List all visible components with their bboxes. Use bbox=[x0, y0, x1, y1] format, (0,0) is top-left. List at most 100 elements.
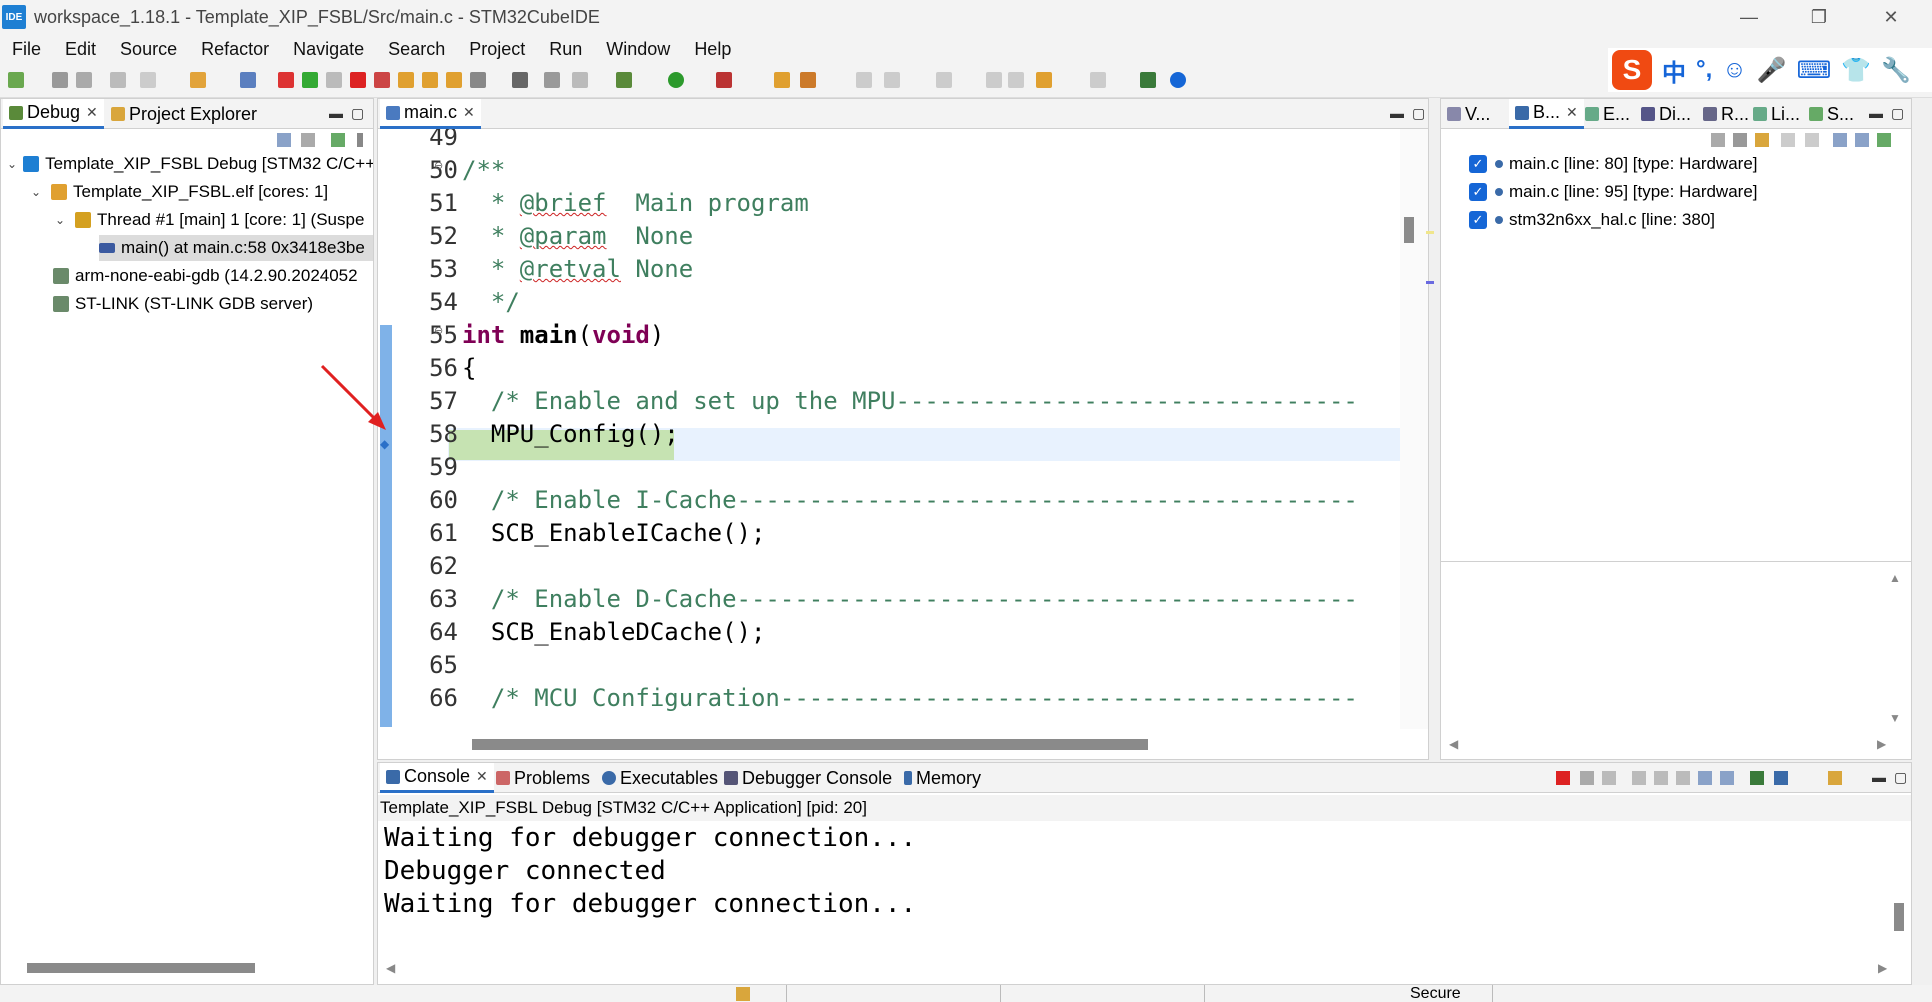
open-console-icon[interactable] bbox=[1828, 771, 1842, 785]
remove-breakpoint-icon[interactable] bbox=[1711, 133, 1725, 147]
debug-icon[interactable] bbox=[616, 72, 632, 88]
minimize-button[interactable]: — bbox=[1720, 0, 1778, 34]
remove-all-icon[interactable] bbox=[1602, 771, 1616, 785]
step-return-icon[interactable] bbox=[446, 72, 462, 88]
menu-run[interactable]: Run bbox=[537, 39, 594, 60]
close-icon[interactable]: ✕ bbox=[1566, 104, 1578, 121]
forward-arrow-icon[interactable] bbox=[1090, 72, 1106, 88]
tab-console[interactable]: Console ✕ bbox=[380, 763, 494, 793]
minimize-view-icon[interactable]: ▬ bbox=[1872, 769, 1886, 785]
step-into-icon[interactable] bbox=[398, 72, 414, 88]
code-viewport[interactable]: 49 50 ⊖ 51 52 53 54 55 ⊖ 56 57 58 59 60 … bbox=[392, 129, 1414, 729]
tab-memory[interactable]: Memory bbox=[898, 763, 987, 793]
tree-stlink[interactable]: ST-LINK (ST-LINK GDB server) bbox=[53, 291, 373, 317]
menu-edit[interactable]: Edit bbox=[53, 39, 108, 60]
tab-expressions[interactable]: E... bbox=[1579, 99, 1636, 129]
scroll-right-icon[interactable]: ▶ bbox=[1878, 961, 1887, 975]
prev-annotation-icon[interactable] bbox=[936, 72, 952, 88]
build-icon[interactable] bbox=[190, 72, 206, 88]
status-icon[interactable] bbox=[736, 987, 750, 1001]
save-all-icon[interactable] bbox=[76, 72, 92, 88]
horizontal-scrollbar[interactable] bbox=[472, 739, 1148, 750]
sogou-logo[interactable]: S bbox=[1612, 50, 1652, 90]
display-console-icon[interactable] bbox=[1774, 771, 1788, 785]
back-arrow-icon[interactable] bbox=[1036, 72, 1052, 88]
undo-icon[interactable] bbox=[140, 72, 156, 88]
fold-icon[interactable]: ⊖ bbox=[434, 159, 443, 172]
tree-frame-selected[interactable]: main() at main.c:58 0x3418e3be bbox=[99, 235, 373, 261]
terminate-icon[interactable] bbox=[350, 72, 366, 88]
menu-navigate[interactable]: Navigate bbox=[281, 39, 376, 60]
breakpoint-row[interactable]: ✓ main.c [line: 80] [type: Hardware] bbox=[1469, 151, 1758, 177]
skip-all-icon[interactable] bbox=[1805, 133, 1819, 147]
word-wrap-icon[interactable] bbox=[1676, 771, 1690, 785]
menu-help[interactable]: Help bbox=[682, 39, 743, 60]
tab-variables[interactable]: V... bbox=[1441, 99, 1496, 129]
save-icon[interactable] bbox=[52, 72, 68, 88]
menu-file[interactable]: File bbox=[0, 39, 53, 60]
scroll-lock-icon[interactable] bbox=[1654, 771, 1668, 785]
open-type-icon[interactable] bbox=[774, 72, 790, 88]
fold-icon[interactable]: ⊖ bbox=[434, 324, 443, 337]
tab-project-explorer[interactable]: Project Explorer bbox=[105, 99, 263, 129]
show-supported-icon[interactable] bbox=[1755, 133, 1769, 147]
maximize-view-icon[interactable]: ▢ bbox=[351, 105, 364, 122]
close-icon[interactable]: ✕ bbox=[463, 104, 475, 121]
chevron-down-icon[interactable]: ⌄ bbox=[7, 157, 17, 171]
instruction-step-icon[interactable] bbox=[512, 72, 528, 88]
scroll-left-icon[interactable]: ◀ bbox=[1449, 737, 1458, 751]
next-annotation-icon[interactable] bbox=[884, 72, 900, 88]
tab-debugger-console[interactable]: Debugger Console bbox=[718, 763, 898, 793]
horizontal-scrollbar[interactable] bbox=[27, 963, 255, 973]
vertical-scrollbar[interactable] bbox=[1894, 903, 1904, 931]
tab-problems[interactable]: Problems bbox=[490, 763, 596, 793]
tab-main-c[interactable]: main.c ✕ bbox=[380, 99, 481, 129]
keyboard-icon[interactable]: ⌨ bbox=[1797, 56, 1832, 85]
link-icon[interactable] bbox=[331, 133, 345, 147]
tab-executables[interactable]: Executables bbox=[596, 763, 724, 793]
toggle-icon[interactable] bbox=[544, 72, 560, 88]
tab-disassembly[interactable]: Di... bbox=[1635, 99, 1697, 129]
open-perspective-icon[interactable] bbox=[1140, 72, 1156, 88]
tab-sfrs[interactable]: S... bbox=[1803, 99, 1860, 129]
menu-window[interactable]: Window bbox=[594, 39, 682, 60]
breakpoint-checkbox[interactable]: ✓ bbox=[1469, 211, 1487, 229]
remove-launch-icon[interactable] bbox=[1580, 771, 1594, 785]
step-over-icon[interactable] bbox=[422, 72, 438, 88]
close-button[interactable]: ✕ bbox=[1862, 0, 1920, 34]
last-edit-icon[interactable] bbox=[986, 72, 1002, 88]
resume-icon[interactable] bbox=[302, 72, 318, 88]
menu-refactor[interactable]: Refactor bbox=[189, 39, 281, 60]
close-icon[interactable]: ✕ bbox=[476, 768, 488, 785]
annotation-icon[interactable] bbox=[856, 72, 872, 88]
debug-stop-icon[interactable] bbox=[278, 72, 294, 88]
show-stderr-icon[interactable] bbox=[1720, 771, 1734, 785]
pin-console-icon[interactable] bbox=[1750, 771, 1764, 785]
tree-launch[interactable]: ⌄ Template_XIP_FSBL Debug [STM32 C/C++ bbox=[7, 151, 373, 177]
breakpoint-checkbox[interactable]: ✓ bbox=[1469, 155, 1487, 173]
tree-gdb[interactable]: arm-none-eabi-gdb (14.2.90.2024052 bbox=[53, 263, 373, 289]
maximize-view-icon[interactable]: ▢ bbox=[1894, 769, 1907, 786]
restart-icon[interactable] bbox=[470, 72, 486, 88]
tab-breakpoints[interactable]: B... ✕ bbox=[1509, 99, 1584, 129]
skip-breakpoints-icon[interactable] bbox=[240, 72, 256, 88]
breakpoint-row[interactable]: ✓ main.c [line: 95] [type: Hardware] bbox=[1469, 179, 1758, 205]
tree-thread[interactable]: ⌄ Thread #1 [main] 1 [core: 1] (Suspe bbox=[55, 207, 373, 233]
minimize-view-icon[interactable]: ▬ bbox=[1390, 105, 1404, 121]
back-icon[interactable] bbox=[1008, 72, 1024, 88]
scroll-down-icon[interactable]: ▼ bbox=[1889, 711, 1901, 725]
tab-live-expressions[interactable]: Li... bbox=[1747, 99, 1806, 129]
suspend-icon[interactable] bbox=[326, 72, 342, 88]
maximize-view-icon[interactable]: ▢ bbox=[1891, 105, 1904, 122]
close-icon[interactable]: ✕ bbox=[86, 104, 98, 121]
remove-all-breakpoints-icon[interactable] bbox=[1733, 133, 1747, 147]
view-menu-icon[interactable] bbox=[357, 133, 363, 147]
chevron-down-icon[interactable]: ⌄ bbox=[31, 185, 45, 199]
menu-source[interactable]: Source bbox=[108, 39, 189, 60]
disconnect-icon[interactable] bbox=[374, 72, 390, 88]
minimize-view-icon[interactable]: ▬ bbox=[329, 105, 343, 121]
show-stdout-icon[interactable] bbox=[1698, 771, 1712, 785]
scroll-left-icon[interactable]: ◀ bbox=[386, 961, 395, 975]
maximize-view-icon[interactable]: ▢ bbox=[1412, 105, 1425, 122]
clear-console-icon[interactable] bbox=[1632, 771, 1646, 785]
